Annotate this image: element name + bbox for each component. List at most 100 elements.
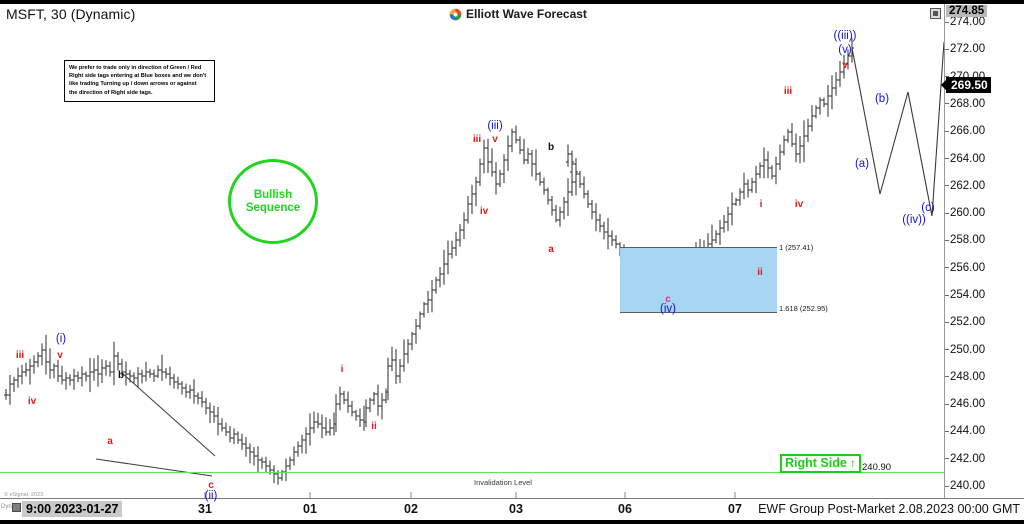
wave-label: (iii) [487,120,503,132]
price-tick: 256.00 [945,262,985,274]
wave-label: i [759,199,763,210]
upper-channel [121,372,216,457]
tick-mark [945,294,949,296]
price-tick-label: 250.00 [950,343,986,356]
copyright-label: © eSignal, 2023 [4,492,44,498]
time-tick-label: 03 [509,502,523,516]
tick-mark [945,376,949,378]
wave-label: (a) [854,158,870,170]
price-tick-label: 264.00 [950,152,986,165]
source-line: EWF Group Post-Market 2.08.2023 00:00 GM… [758,502,1020,516]
wave-label: b [547,142,555,153]
price-tick-label: 262.00 [950,179,986,192]
wave-label: iii [15,350,25,361]
blue-box-zone [620,247,777,313]
price-tick: 262.00 [945,180,985,192]
wave-label: iv [794,199,804,210]
bullish-sequence-line1: Bullish [253,188,293,201]
time-axis[interactable]: Dyn 9:00 2023-01-27 EWF Group Post-Marke… [0,499,1024,520]
price-tick-label: 258.00 [950,234,986,247]
tick-mark [945,21,949,23]
wave-label: (i) [55,333,67,345]
tick-mark [945,212,949,214]
wave-label: ((iv)) [902,214,926,226]
wave-label: iv [27,396,37,407]
tick-mark [945,430,949,432]
window-bottom-bar [0,520,1024,524]
price-tick: 260.00 [945,207,985,219]
price-tick: 248.00 [945,371,985,383]
price-tick: 252.00 [945,316,985,328]
wave-label: iii [783,86,793,97]
tick-mark [945,239,949,241]
price-tick-label: 272.00 [950,43,986,56]
tick-mark [945,103,949,105]
wave-label: iv [479,206,489,217]
tick-mark [945,130,949,132]
time-tick-label: 07 [728,502,742,516]
dynamic-mode-label: Dyn [1,504,12,510]
wave-label: (ii) [204,490,218,502]
current-time-tag: 9:00 2023-01-27 [22,501,123,517]
wave-label: (b) [874,93,890,105]
wave-label: i [340,364,344,375]
time-tick-label: 01 [303,502,317,516]
chart-screenshot: MSFT, 30 (Dynamic) Elliott Wave Forecast… [0,0,1024,524]
wave-label: (iv) [660,303,676,315]
axis-settings-icon[interactable] [930,8,941,19]
tick-mark [945,349,949,351]
price-tick-label: 260.00 [950,207,986,220]
bullish-sequence-line2: Sequence [245,201,301,214]
price-tick: 244.00 [945,425,985,437]
price-tick-label: 242.00 [950,452,986,465]
time-tick-label: 31 [198,502,212,516]
wave-label: ((iii)) [833,30,857,42]
price-high-tag: 274.85 [946,5,988,17]
price-tick-label: 274.00 [950,16,986,29]
price-tick-label: 256.00 [950,261,986,274]
price-tick: 268.00 [945,98,985,110]
tick-mark [945,321,949,323]
wave-label: a [107,436,113,447]
tick-mark [945,267,949,269]
price-tick: 250.00 [945,344,985,356]
lower-channel [95,458,213,477]
wave-label: ii [757,267,763,278]
fib-label-top: 1 (257.41) [779,243,814,252]
wave-label: v [492,134,498,145]
wave-label: v [842,60,848,71]
price-last-tag: 269.50 [941,76,991,93]
price-tick-label: 244.00 [950,425,986,438]
tick-mark [945,158,949,160]
wave-label: (v) [838,44,852,56]
tick-mark [945,48,949,50]
tick-mark [945,485,949,487]
wave-label: v [57,350,63,361]
price-tick: 246.00 [945,398,985,410]
price-tick: 266.00 [945,125,985,137]
tick-mark [945,403,949,405]
tick-mark [945,185,949,187]
price-tick-label: 248.00 [950,370,986,383]
price-tick: 264.00 [945,153,985,165]
price-tick: 272.00 [945,43,985,55]
price-tick: 274.00 [945,16,985,28]
dynamic-mode-icon[interactable] [12,503,21,512]
price-tick-label: 268.00 [950,97,986,110]
up-arrow-icon: ↑ [849,456,856,470]
wave-label: a [548,244,554,255]
plot-area[interactable]: 1 (257.41) 1.618 (252.95) Bullish Sequen… [0,4,944,502]
bullish-sequence-marker: Bullish Sequence [228,159,318,244]
fib-label-bottom: 1.618 (252.95) [779,304,828,313]
time-tick-label: 06 [618,502,632,516]
tick-mark [945,458,949,460]
invalidation-label: Invalidation Level [474,478,532,487]
right-side-label: Right Side [785,456,847,470]
right-side-badge: Right Side ↑ [780,454,861,473]
price-tick: 258.00 [945,234,985,246]
price-tick-label: 240.00 [950,480,986,493]
time-tick-label: 02 [404,502,418,516]
wave-label: (c) [921,202,935,214]
price-tick: 240.00 [945,480,985,492]
price-tick-label: 252.00 [950,316,986,329]
